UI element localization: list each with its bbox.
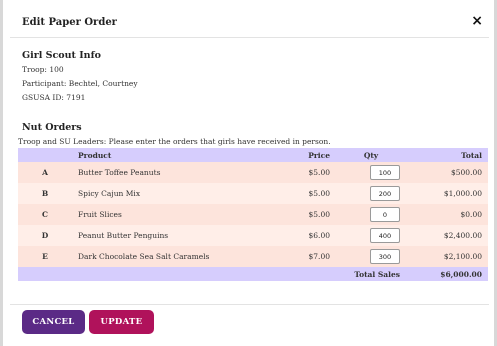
- table-row: E Dark Chocolate Sea Salt Caramels $7.00…: [18, 246, 488, 267]
- edit-paper-order-modal: Edit Paper Order × Girl Scout Info Troop…: [10, 8, 489, 346]
- row-price: $5.00: [262, 204, 336, 225]
- column-header-qty: Qty: [336, 148, 406, 162]
- column-header-total: Total: [406, 148, 488, 162]
- row-letter: B: [18, 183, 72, 204]
- total-sales-row: Total Sales $6,000.00: [18, 267, 488, 281]
- table-row: C Fruit Slices $5.00 $0.00: [18, 204, 488, 225]
- qty-input-e[interactable]: [370, 249, 400, 264]
- footer-divider: [10, 304, 489, 305]
- table-row: A Butter Toffee Peanuts $5.00 $500.00: [18, 162, 488, 183]
- row-qty-cell: [336, 246, 406, 267]
- table-header-row: Product Price Qty Total: [18, 148, 488, 162]
- row-price: $5.00: [262, 183, 336, 204]
- troop-text: Troop: 100: [22, 65, 64, 74]
- column-header-product: Product: [72, 148, 262, 162]
- row-price: $6.00: [262, 225, 336, 246]
- row-total: $2,400.00: [406, 225, 488, 246]
- nut-orders-table: Product Price Qty Total A Butter Toffee …: [18, 148, 488, 281]
- row-qty-cell: [336, 204, 406, 225]
- column-header-letter: [18, 148, 72, 162]
- column-header-price: Price: [262, 148, 336, 162]
- row-price: $7.00: [262, 246, 336, 267]
- row-product: Dark Chocolate Sea Salt Caramels: [72, 246, 262, 267]
- window-frame-left: [0, 0, 3, 346]
- qty-input-b[interactable]: [370, 186, 400, 201]
- row-qty-cell: [336, 225, 406, 246]
- update-button[interactable]: UPDATE: [89, 310, 154, 334]
- row-product: Peanut Butter Penguins: [72, 225, 262, 246]
- row-total: $0.00: [406, 204, 488, 225]
- modal-header: Edit Paper Order ×: [10, 8, 489, 38]
- total-sales-label: Total Sales: [336, 267, 406, 281]
- row-total: $500.00: [406, 162, 488, 183]
- cancel-button[interactable]: CANCEL: [22, 310, 85, 334]
- qty-input-c[interactable]: [370, 207, 400, 222]
- girl-scout-info-heading: Girl Scout Info: [22, 50, 102, 61]
- row-product: Butter Toffee Peanuts: [72, 162, 262, 183]
- row-total: $2,100.00: [406, 246, 488, 267]
- close-icon[interactable]: ×: [471, 13, 483, 29]
- nut-orders-intro: Troop and SU Leaders: Please enter the o…: [18, 137, 331, 146]
- row-product: Fruit Slices: [72, 204, 262, 225]
- row-letter: E: [18, 246, 72, 267]
- row-product: Spicy Cajun Mix: [72, 183, 262, 204]
- row-letter: D: [18, 225, 72, 246]
- total-sales-value: $6,000.00: [406, 267, 488, 281]
- table-row: D Peanut Butter Penguins $6.00 $2,400.00: [18, 225, 488, 246]
- table-row: B Spicy Cajun Mix $5.00 $1,000.00: [18, 183, 488, 204]
- nut-orders-heading: Nut Orders: [22, 122, 82, 133]
- row-qty-cell: [336, 162, 406, 183]
- qty-input-d[interactable]: [370, 228, 400, 243]
- row-qty-cell: [336, 183, 406, 204]
- qty-input-a[interactable]: [370, 165, 400, 180]
- participant-text: Participant: Bechtel, Courtney: [22, 79, 138, 88]
- modal-title: Edit Paper Order: [22, 17, 117, 28]
- row-price: $5.00: [262, 162, 336, 183]
- row-letter: C: [18, 204, 72, 225]
- row-total: $1,000.00: [406, 183, 488, 204]
- gsusa-id-text: GSUSA ID: 7191: [22, 93, 86, 102]
- row-letter: A: [18, 162, 72, 183]
